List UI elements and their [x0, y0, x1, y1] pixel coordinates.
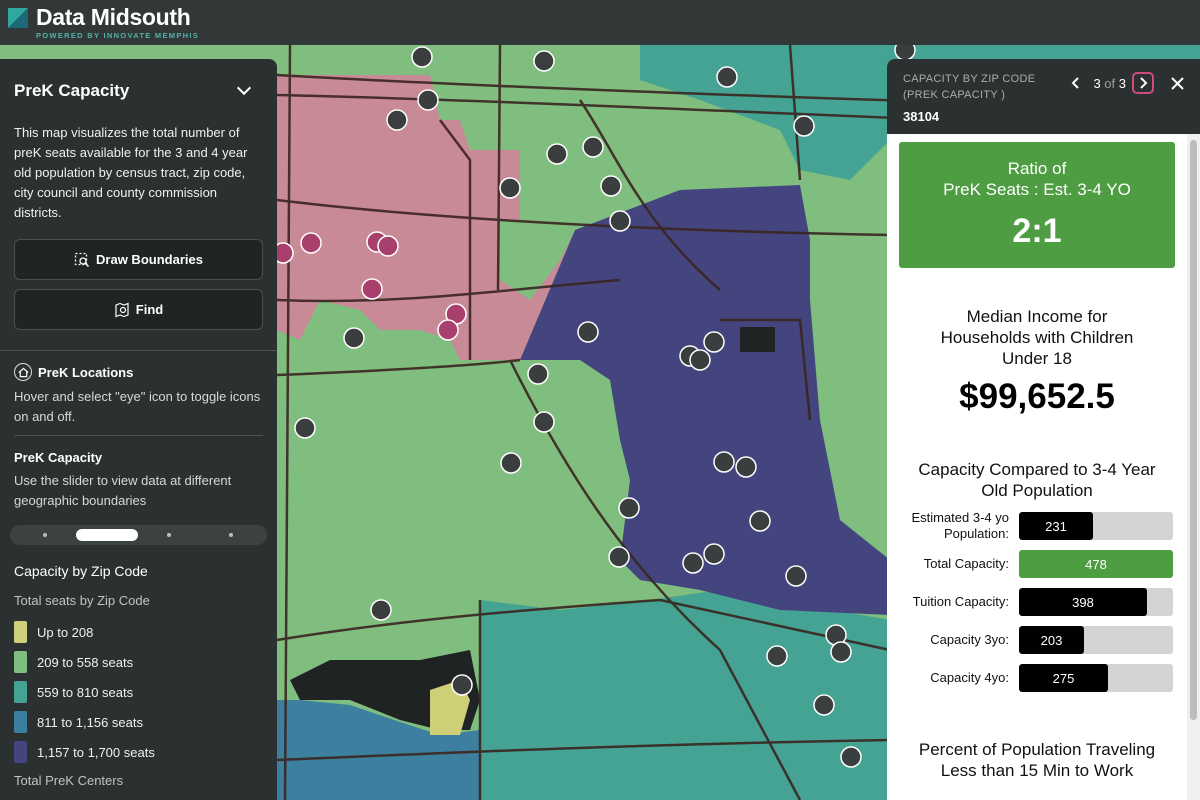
- capacity-row: Tuition Capacity: 398: [887, 583, 1187, 621]
- popup-pagination: 3 of 3: [1065, 72, 1188, 94]
- page-of: of: [1104, 75, 1116, 91]
- draw-boundaries-icon: [74, 252, 90, 267]
- capacity-row: Estimated 3-4 yo Population: 231: [887, 507, 1187, 545]
- capacity-bar: 398: [1019, 588, 1147, 616]
- close-icon: [1170, 76, 1184, 90]
- capacity-bar: 203: [1019, 626, 1084, 654]
- ratio-card: Ratio of PreK Seats : Est. 3-4 YO 2:1: [899, 142, 1175, 268]
- prek-locations-hint: Hover and select "eye" icon to toggle ic…: [14, 389, 261, 424]
- popup-caption-line1: CAPACITY BY ZIP CODE: [903, 73, 1036, 85]
- capacity-bar: 231: [1019, 512, 1093, 540]
- legend-item: 559 to 810 seats: [0, 677, 277, 707]
- popup-scrollbar[interactable]: [1187, 134, 1200, 800]
- capacity-row-label: Capacity 4yo:: [930, 670, 1009, 685]
- legend-item: 1,157 to 1,700 seats: [0, 737, 277, 767]
- layer-panel: PreK Capacity This map visualizes the to…: [0, 59, 277, 800]
- close-popup-button[interactable]: [1166, 72, 1188, 94]
- capacity-row: Total Capacity: 478: [887, 545, 1187, 583]
- legend-swatch: [14, 711, 27, 733]
- capacity-bar-track: 231: [1019, 512, 1173, 540]
- legend-swatch: [14, 621, 27, 643]
- panel-header[interactable]: PreK Capacity: [0, 59, 277, 103]
- chevron-left-icon: [1072, 77, 1080, 89]
- legend-label: 811 to 1,156 seats: [37, 714, 144, 730]
- geography-slider[interactable]: [10, 525, 267, 545]
- income-title: Median Income for Households with Childr…: [940, 307, 1134, 368]
- popup-content[interactable]: Ratio of PreK Seats : Est. 3-4 YO 2:1 Me…: [887, 134, 1187, 800]
- prek-capacity-title: PreK Capacity: [14, 450, 103, 465]
- find-location-icon: [115, 302, 129, 317]
- scrollbar-thumb[interactable]: [1190, 140, 1197, 720]
- legend-item: 811 to 1,156 seats: [0, 707, 277, 737]
- legend-swatch: [14, 651, 27, 673]
- page-total: 3: [1118, 75, 1126, 91]
- legend-label: Up to 208: [37, 624, 94, 640]
- ratio-title-2: PreK Seats : Est. 3-4 YO: [943, 180, 1131, 199]
- draw-boundaries-button[interactable]: Draw Boundaries: [14, 239, 263, 280]
- capacity-bar-track: 275: [1019, 664, 1173, 692]
- top-bar: Data Midsouth POWERED BY INNOVATE MEMPHI…: [0, 0, 1200, 45]
- legend-title: Total seats by Zip Code: [14, 593, 150, 608]
- find-button[interactable]: Find: [14, 289, 263, 330]
- previous-feature-button[interactable]: [1065, 72, 1087, 94]
- capacity-bar-track: 398: [1019, 588, 1173, 616]
- prek-locations-section[interactable]: PreK Locations: [0, 363, 277, 381]
- capacity-row-label: Tuition Capacity:: [912, 594, 1009, 609]
- capacity-row-label: Estimated 3-4 yo Population:: [911, 510, 1009, 541]
- prek-locations-title: PreK Locations: [38, 364, 134, 380]
- travel-title: Percent of Population Traveling Less tha…: [918, 740, 1156, 780]
- capacity-bar: 275: [1019, 664, 1108, 692]
- legend-label: 559 to 810 seats: [37, 684, 134, 700]
- capacity-bar-track: 203: [1019, 626, 1173, 654]
- popup-header: CAPACITY BY ZIP CODE (PREK CAPACITY ) 38…: [887, 59, 1200, 134]
- legend-swatch: [14, 681, 27, 703]
- slider-stop[interactable]: [229, 533, 233, 537]
- next-feature-button[interactable]: [1132, 72, 1154, 94]
- ratio-value: 2:1: [1012, 212, 1062, 250]
- income-value: $99,652.5: [959, 377, 1115, 416]
- slider-stop[interactable]: [43, 533, 47, 537]
- next-section-title: Total PreK Centers: [14, 773, 124, 788]
- slider-thumb[interactable]: [76, 529, 138, 541]
- prek-capacity-hint: Use the slider to view data at different…: [14, 473, 232, 508]
- legend-swatch: [14, 741, 27, 763]
- capacity-row-label: Total Capacity:: [923, 556, 1009, 571]
- capacity-bar-track: 478: [1019, 550, 1173, 578]
- panel-title: PreK Capacity: [14, 81, 130, 100]
- chevron-down-icon[interactable]: [236, 80, 252, 96]
- panel-description: This map visualizes the total number of …: [14, 125, 248, 220]
- slider-stop[interactable]: [167, 533, 171, 537]
- capacity-title: Capacity Compared to 3-4 Year Old Popula…: [918, 460, 1156, 500]
- logo-mark-icon: [8, 8, 28, 28]
- house-icon: [14, 363, 32, 381]
- popup-zip: 38104: [903, 109, 940, 124]
- find-label: Find: [135, 302, 164, 317]
- chevron-right-icon: [1140, 77, 1148, 89]
- draw-boundaries-label: Draw Boundaries: [96, 252, 203, 267]
- capacity-bar: 478: [1019, 550, 1173, 578]
- legend-item: Up to 208: [0, 617, 277, 647]
- popup-caption: CAPACITY BY ZIP CODE (PREK CAPACITY ): [903, 71, 1035, 103]
- legend-label: 209 to 558 seats: [37, 654, 134, 670]
- popup-caption-line2: (PREK CAPACITY ): [903, 89, 1006, 101]
- feature-popup: CAPACITY BY ZIP CODE (PREK CAPACITY ) 38…: [887, 59, 1200, 800]
- logo-title: Data Midsouth: [36, 4, 191, 30]
- layer-title: Capacity by Zip Code: [14, 563, 148, 579]
- capacity-row: Capacity 3yo: 203: [887, 621, 1187, 659]
- ratio-title-1: Ratio of: [1007, 159, 1067, 178]
- capacity-bar-chart: Estimated 3-4 yo Population: 231 Total Cap…: [887, 507, 1187, 697]
- legend-label: 1,157 to 1,700 seats: [37, 744, 155, 760]
- logo-tagline: POWERED BY INNOVATE MEMPHIS: [36, 31, 200, 40]
- page-current: 3: [1093, 75, 1101, 91]
- capacity-row-label: Capacity 3yo:: [930, 632, 1009, 647]
- capacity-row: Capacity 4yo: 275: [887, 659, 1187, 697]
- logo[interactable]: Data Midsouth POWERED BY INNOVATE MEMPHI…: [8, 4, 199, 40]
- legend-item: 209 to 558 seats: [0, 647, 277, 677]
- legend: Up to 208 209 to 558 seats 559 to 810 seat…: [0, 617, 277, 767]
